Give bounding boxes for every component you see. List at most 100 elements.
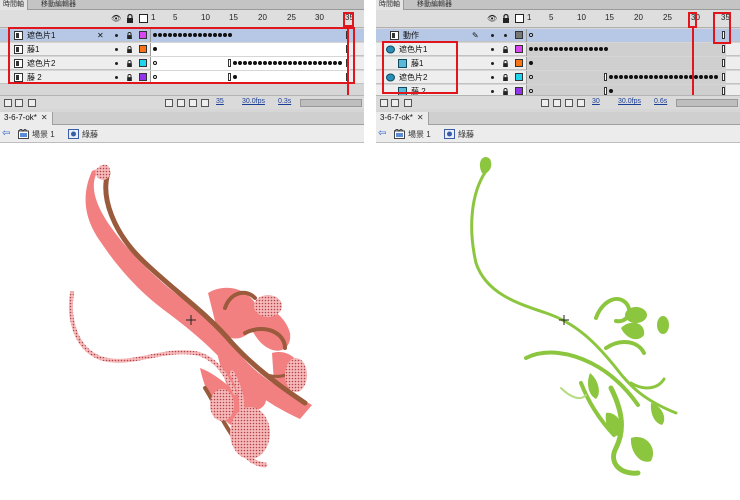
new-folder-icon[interactable] xyxy=(15,99,23,107)
layer-row[interactable]: 藤 2 xyxy=(0,71,364,84)
visibility-dot[interactable] xyxy=(491,48,494,51)
symbol-name[interactable]: 綠藤 xyxy=(458,129,474,140)
document-tab[interactable]: 3-6-7-ok* ✕ xyxy=(376,112,429,125)
layer-row[interactable]: 藤1 xyxy=(376,57,740,70)
visibility-dot[interactable] xyxy=(115,34,118,37)
frame-track[interactable] xyxy=(526,57,726,70)
playhead[interactable] xyxy=(347,26,349,99)
frame-track[interactable] xyxy=(150,57,350,70)
onion-skin-icon[interactable] xyxy=(541,99,549,107)
layer-row[interactable]: 動作 ✎ xyxy=(376,29,740,42)
visibility-dot[interactable] xyxy=(491,76,494,79)
lock-icon[interactable] xyxy=(502,46,509,53)
layer-name[interactable]: 藤 2 xyxy=(27,72,42,83)
frame-track[interactable] xyxy=(526,71,726,84)
layer-color-swatch[interactable] xyxy=(515,59,523,67)
tab-timeline[interactable]: 時間軸 xyxy=(376,0,404,10)
close-icon[interactable]: ✕ xyxy=(417,113,424,122)
scene-icon[interactable] xyxy=(18,129,29,139)
lock-icon[interactable] xyxy=(125,13,134,23)
visibility-dot[interactable] xyxy=(491,34,494,37)
back-arrow-icon[interactable]: ⇦ xyxy=(378,129,390,139)
tab-motion-editor[interactable]: 移動編輯器 xyxy=(414,0,455,10)
onion-skin-icon[interactable] xyxy=(165,99,173,107)
onion-outline-icon[interactable] xyxy=(177,99,185,107)
onion-markers-icon[interactable] xyxy=(201,99,209,107)
lock-icon[interactable] xyxy=(126,32,133,39)
frame-ruler[interactable]: 1 5 10 15 20 25 30 35 xyxy=(526,10,740,28)
elapsed-time[interactable]: 0.6s xyxy=(654,98,667,105)
layer-name[interactable]: 遮色片2 xyxy=(27,58,55,69)
visibility-dot[interactable] xyxy=(491,90,494,93)
layer-color-swatch[interactable] xyxy=(515,45,523,53)
layer-name[interactable]: 遮色片2 xyxy=(399,72,427,83)
lock-icon[interactable] xyxy=(126,74,133,81)
layer-row[interactable]: 遮色片1 ✕ xyxy=(0,29,364,42)
layer-color-swatch[interactable] xyxy=(139,45,147,53)
layer-name[interactable]: 藤1 xyxy=(27,44,39,55)
pencil-icon[interactable]: ✎ xyxy=(472,30,479,41)
frame-rate[interactable]: 30.0fps xyxy=(618,98,641,105)
lock-icon[interactable] xyxy=(126,46,133,53)
lock-icon[interactable] xyxy=(502,74,509,81)
symbol-name[interactable]: 綠藤 xyxy=(82,129,98,140)
outline-icon[interactable] xyxy=(515,14,524,23)
layer-name[interactable]: 藤1 xyxy=(411,58,423,69)
outline-icon[interactable] xyxy=(139,14,148,23)
new-layer-icon[interactable] xyxy=(380,99,388,107)
stage-canvas[interactable] xyxy=(376,143,740,500)
timeline-scrollbar[interactable] xyxy=(676,99,738,107)
frame-track[interactable] xyxy=(150,71,350,84)
elapsed-time[interactable]: 0.3s xyxy=(278,98,291,105)
visibility-dot[interactable] xyxy=(115,48,118,51)
visibility-dot[interactable] xyxy=(115,76,118,79)
current-frame[interactable]: 30 xyxy=(592,98,600,105)
visibility-dot[interactable] xyxy=(491,62,494,65)
lock-icon[interactable] xyxy=(502,88,509,95)
frame-rate[interactable]: 30.0fps xyxy=(242,98,265,105)
edit-multiple-icon[interactable] xyxy=(189,99,197,107)
frame-ruler[interactable]: 1 5 10 15 20 25 30 35 xyxy=(150,10,364,28)
onion-markers-icon[interactable] xyxy=(577,99,585,107)
lock-icon[interactable] xyxy=(501,13,510,23)
eye-icon[interactable]: 👁 xyxy=(487,14,497,23)
eye-icon[interactable]: 👁 xyxy=(111,14,121,23)
scene-icon[interactable] xyxy=(394,129,405,139)
frame-track[interactable] xyxy=(526,43,726,56)
layer-color-swatch[interactable] xyxy=(139,73,147,81)
timeline-scrollbar[interactable] xyxy=(300,99,362,107)
visibility-dot[interactable] xyxy=(115,62,118,65)
layer-name[interactable]: 動作 xyxy=(403,30,419,41)
trash-icon[interactable] xyxy=(28,99,36,107)
trash-icon[interactable] xyxy=(404,99,412,107)
layer-color-swatch[interactable] xyxy=(139,31,147,39)
movie-clip-icon[interactable] xyxy=(68,129,79,139)
scene-name[interactable]: 場景 1 xyxy=(408,129,431,140)
movie-clip-icon[interactable] xyxy=(444,129,455,139)
lock-dot[interactable] xyxy=(504,34,507,37)
layer-row[interactable]: 藤1 xyxy=(0,43,364,56)
new-layer-icon[interactable] xyxy=(4,99,12,107)
lock-icon[interactable] xyxy=(126,60,133,67)
close-icon[interactable]: ✕ xyxy=(41,113,48,122)
frame-track[interactable] xyxy=(150,43,350,56)
layer-name[interactable]: 遮色片1 xyxy=(399,44,427,55)
playhead[interactable] xyxy=(692,26,694,99)
stage-canvas[interactable] xyxy=(0,143,364,500)
back-arrow-icon[interactable]: ⇦ xyxy=(2,129,14,139)
vine-mask-artwork[interactable] xyxy=(0,143,364,500)
layer-color-swatch[interactable] xyxy=(515,73,523,81)
layer-row[interactable]: 遮色片2 xyxy=(0,57,364,70)
tab-motion-editor[interactable]: 移動編輯器 xyxy=(38,0,79,10)
layer-color-swatch[interactable] xyxy=(139,59,147,67)
frame-track[interactable] xyxy=(526,29,726,42)
document-tab[interactable]: 3-6-7-ok* ✕ xyxy=(0,112,53,125)
layer-row[interactable]: 遮色片1 xyxy=(376,43,740,56)
layer-row[interactable]: 遮色片2 xyxy=(376,71,740,84)
pencil-off-icon[interactable]: ✕ xyxy=(97,30,104,41)
layer-color-swatch[interactable] xyxy=(515,87,523,95)
lock-icon[interactable] xyxy=(502,60,509,67)
current-frame[interactable]: 35 xyxy=(216,98,224,105)
layer-name[interactable]: 遮色片1 xyxy=(27,30,55,41)
layer-color-swatch[interactable] xyxy=(515,31,523,39)
